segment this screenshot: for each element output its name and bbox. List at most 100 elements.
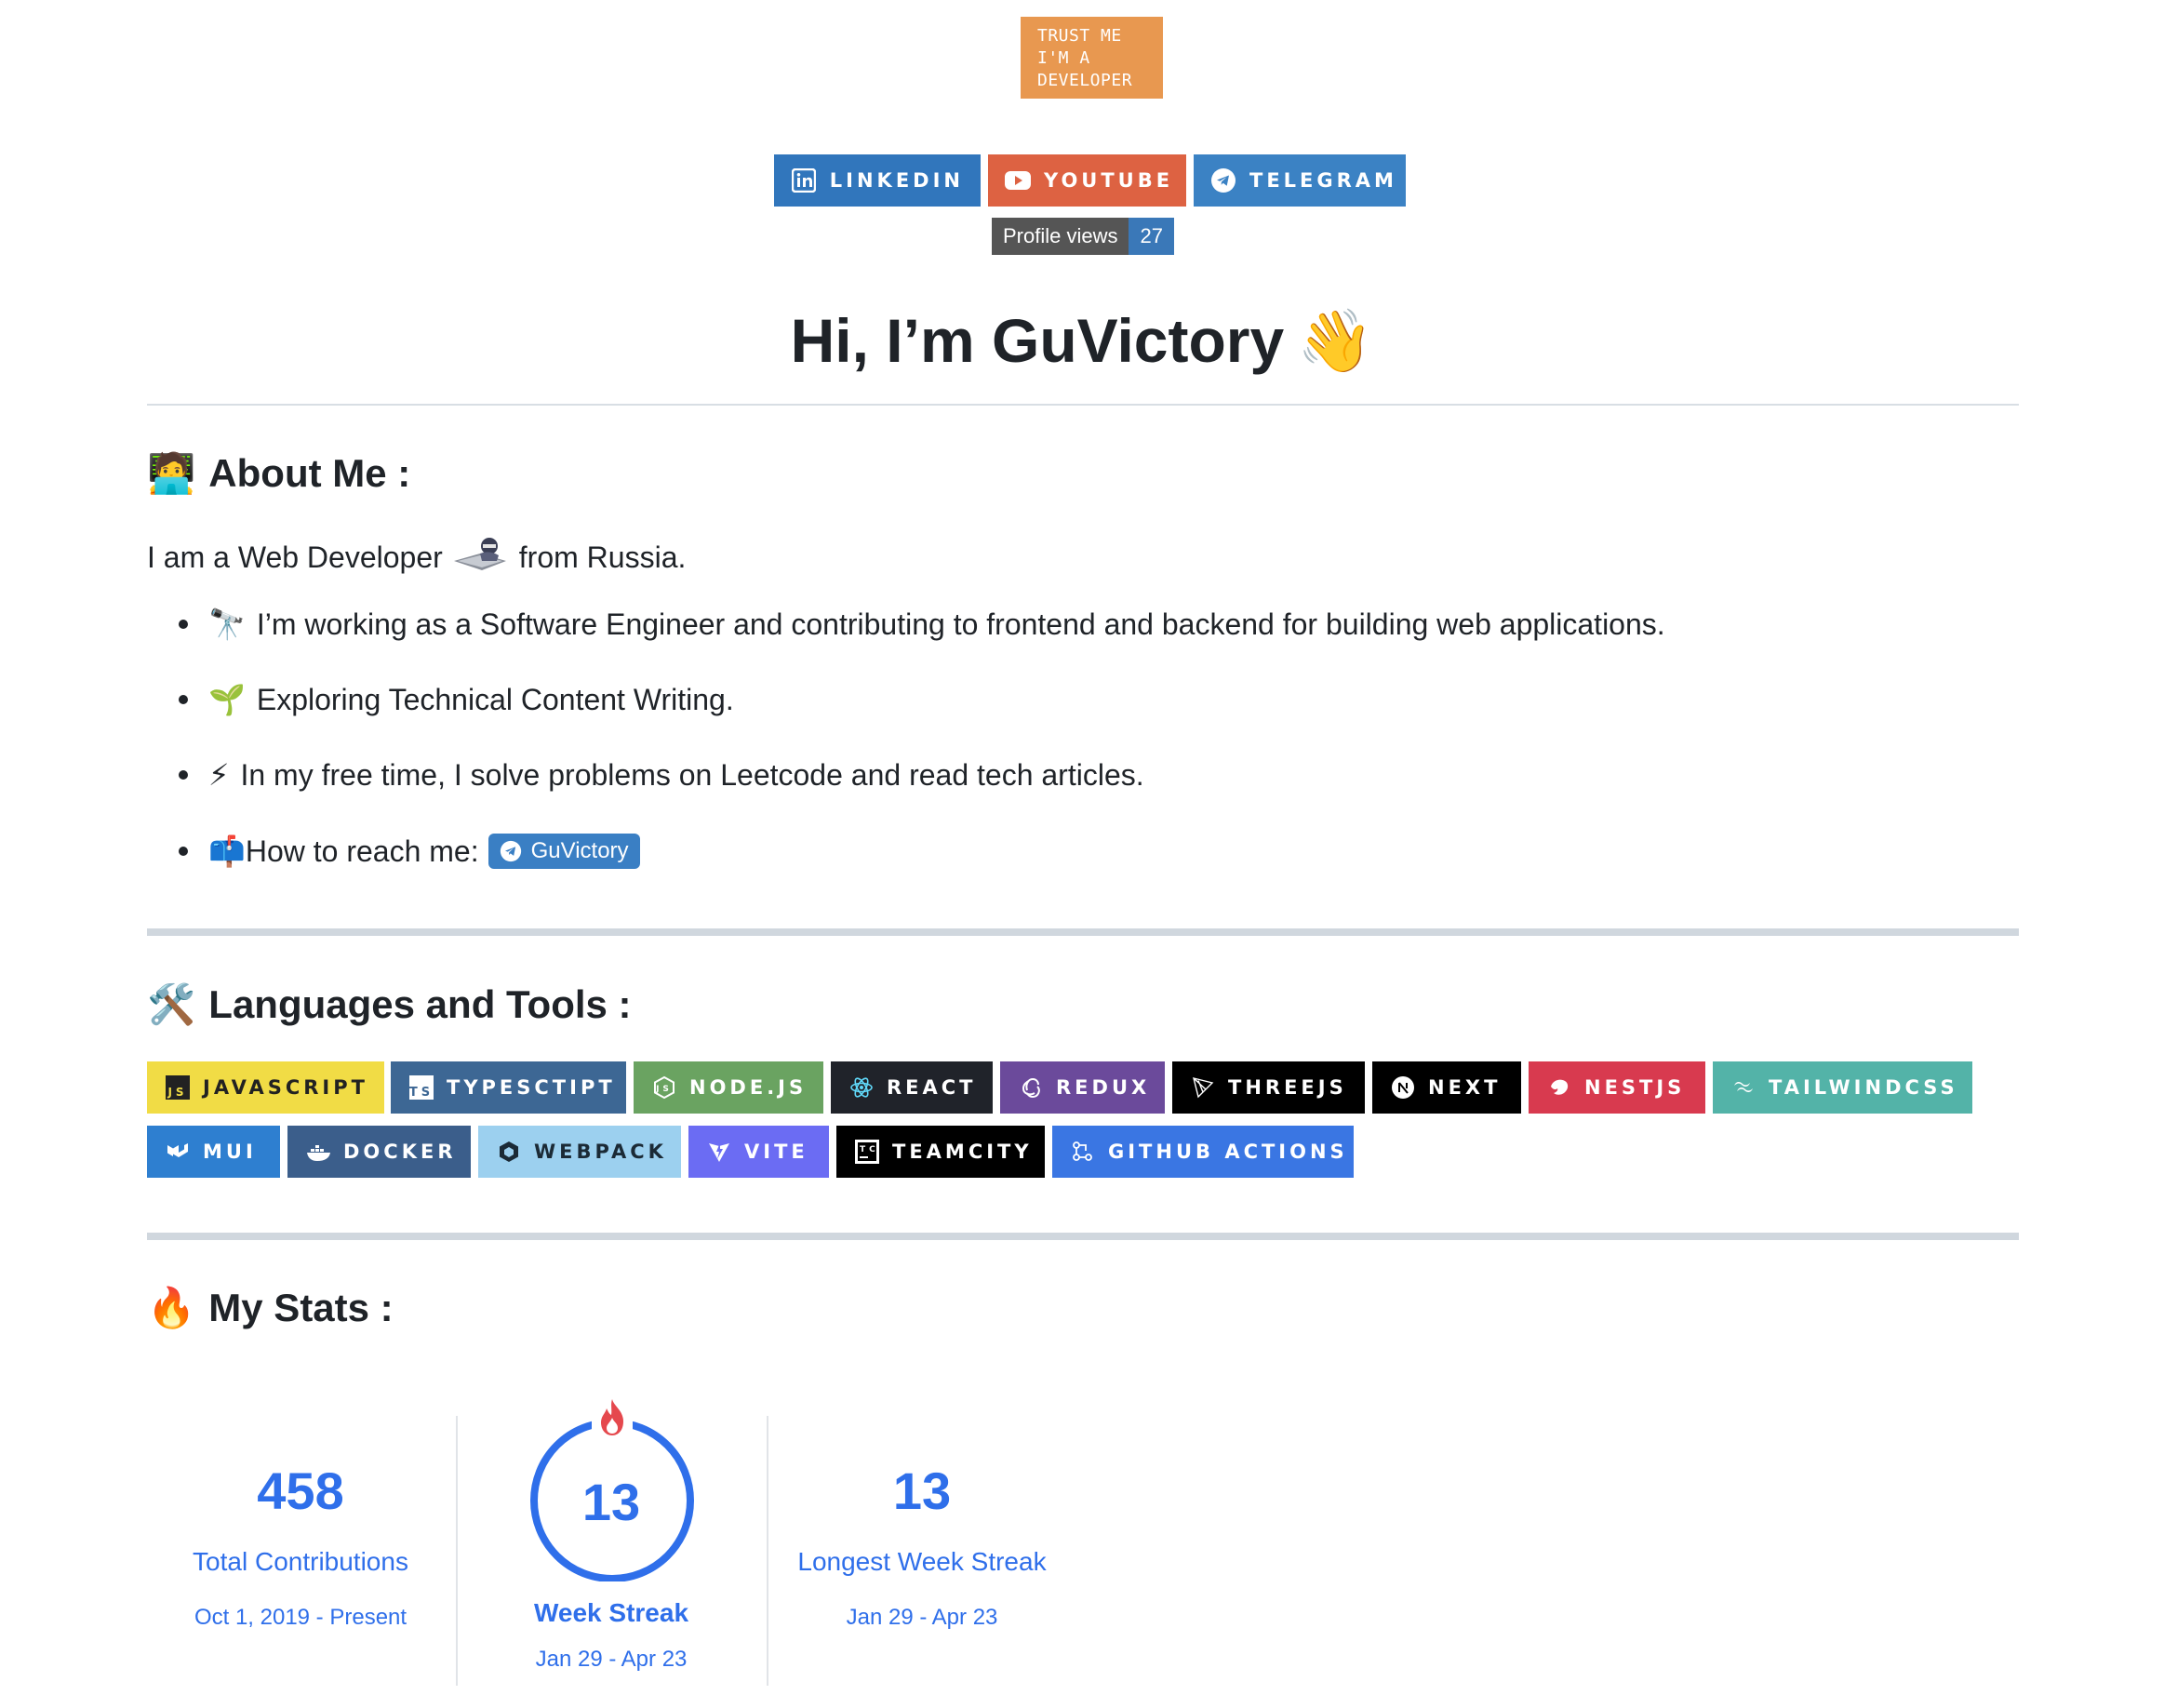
about-heading-text: About Me : — [208, 451, 411, 495]
list-item-text: Exploring Technical Content Writing. — [256, 682, 734, 716]
tech-badge-label: NEXT — [1428, 1076, 1502, 1099]
list-item: ⚡ In my free time, I solve problems on L… — [179, 757, 1144, 793]
list-item: 🌱 Exploring Technical Content Writing. — [179, 682, 734, 717]
section-divider — [147, 1233, 2019, 1240]
list-item: 📫 How to reach me: GuVictory — [179, 834, 640, 869]
hammer-wrench-icon: 🛠️ — [147, 981, 196, 1027]
tech-badge-tailwindcss[interactable]: TAILWINDCSS — [1713, 1061, 1972, 1114]
about-intro: I am a Web Developer from Russia. — [147, 533, 686, 581]
telegram-contact-label: GuVictory — [530, 838, 629, 863]
telegram-badge[interactable]: TELEGRAM — [1194, 154, 1406, 207]
tech-badge-nestjs[interactable]: NESTJS — [1529, 1061, 1705, 1114]
tech-badge-nodejs[interactable]: JS NODE.JS — [634, 1061, 823, 1114]
threejs-icon — [1191, 1075, 1215, 1100]
svg-text:JS: JS — [655, 1085, 673, 1094]
tech-badge-label: THREEJS — [1228, 1076, 1347, 1099]
tech-badge-label: GITHUB ACTIONS — [1108, 1141, 1348, 1163]
nextjs-icon — [1391, 1075, 1415, 1100]
tech-badge-label: MUI — [203, 1141, 257, 1163]
tech-badge-redux[interactable]: REDUX — [1000, 1061, 1165, 1114]
tech-badge-typescript[interactable]: TS TYPESCTIPT — [391, 1061, 626, 1114]
waving-hand-icon: 👋 — [1297, 305, 1374, 377]
banner-line: DEVELOPER — [1037, 71, 1133, 90]
telescope-icon: 🔭 — [208, 607, 246, 642]
stats-heading: 🔥 My Stats : — [147, 1285, 394, 1331]
telegram-icon — [1210, 167, 1236, 193]
list-item: 🔭 I’m working as a Software Engineer and… — [179, 607, 1665, 642]
nestjs-icon — [1547, 1075, 1571, 1100]
banner-line: I'M A — [1037, 48, 1090, 68]
current-streak-stat: 13 Week Streak Jan 29 - Apr 23 — [458, 1395, 765, 1702]
tech-badge-label: NODE.JS — [689, 1076, 808, 1099]
total-contributions-range: Oct 1, 2019 - Present — [194, 1605, 407, 1630]
bullet-dot — [179, 770, 188, 780]
technologist-icon: 🧑‍💻 — [147, 450, 196, 496]
tech-badge-label: NESTJS — [1584, 1076, 1686, 1099]
vite-icon — [707, 1140, 731, 1164]
tech-badge-label: WEBPACK — [534, 1141, 667, 1163]
bullet-dot — [179, 695, 188, 704]
tech-badge-github-actions[interactable]: GITHUB ACTIONS — [1052, 1126, 1354, 1178]
github-actions-icon — [1071, 1140, 1095, 1164]
title-divider — [147, 404, 2019, 406]
fire-icon: 🔥 — [147, 1285, 196, 1330]
lightning-icon: ⚡ — [208, 757, 230, 793]
list-item-text: I’m working as a Software Engineer and c… — [256, 607, 1665, 641]
svg-text:TS: TS — [409, 1086, 434, 1100]
longest-streak-range: Jan 29 - Apr 23 — [846, 1605, 998, 1630]
bullet-dot — [179, 847, 188, 856]
hacker-laptop-icon — [452, 533, 510, 581]
longest-streak-value: 13 — [892, 1461, 952, 1520]
tech-badge-teamcity[interactable]: TC TEAMCITY — [836, 1126, 1045, 1178]
profile-views-label: Profile views — [992, 218, 1129, 255]
youtube-icon — [1005, 167, 1031, 193]
tech-badge-label: REDUX — [1056, 1076, 1151, 1099]
tools-heading-text: Languages and Tools : — [208, 982, 632, 1026]
bullet-dot — [179, 620, 188, 629]
telegram-contact-link[interactable]: GuVictory — [488, 834, 640, 869]
tech-badge-threejs[interactable]: THREEJS — [1172, 1061, 1365, 1114]
tech-badge-docker[interactable]: DOCKER — [287, 1126, 471, 1178]
current-streak-range: Jan 29 - Apr 23 — [535, 1647, 688, 1672]
profile-views-count: 27 — [1129, 218, 1174, 255]
tech-badge-label: VITE — [744, 1141, 808, 1163]
streak-flame-icon — [601, 1399, 623, 1435]
trust-me-developer-badge: TRUST ME I'M A DEVELOPER — [1021, 17, 1163, 99]
linkedin-label: LINKEDIN — [829, 169, 964, 192]
section-divider — [147, 928, 2019, 936]
tech-badge-label: REACT — [887, 1076, 977, 1099]
intro-text-end: from Russia. — [518, 540, 687, 574]
intro-text-start: I am a Web Developer — [147, 540, 443, 574]
linkedin-badge[interactable]: LINKEDIN — [774, 154, 981, 207]
tech-badge-label: TAILWINDCSS — [1769, 1076, 1958, 1099]
youtube-badge[interactable]: YOUTUBE — [988, 154, 1186, 207]
tech-badge-label: TYPESCTIPT — [447, 1076, 616, 1099]
tech-badge-mui[interactable]: MUI — [147, 1126, 280, 1178]
typescript-icon: TS — [409, 1075, 434, 1100]
tech-badge-next[interactable]: NEXT — [1372, 1061, 1521, 1114]
docker-icon — [306, 1140, 330, 1164]
mailbox-icon: 📫 — [208, 834, 246, 869]
tailwindcss-icon — [1731, 1075, 1756, 1100]
mui-icon — [166, 1140, 190, 1164]
svg-text:JS: JS — [167, 1086, 187, 1099]
telegram-label: TELEGRAM — [1249, 169, 1397, 192]
list-item-text: How to reach me: — [245, 834, 479, 868]
tech-badge-webpack[interactable]: WEBPACK — [478, 1126, 681, 1178]
profile-views-counter: Profile views 27 — [992, 218, 1174, 255]
javascript-icon: JS — [166, 1075, 190, 1100]
total-contributions-stat: 458 Total Contributions Oct 1, 2019 - Pr… — [147, 1416, 454, 1695]
current-streak-value: 13 — [581, 1473, 641, 1531]
tech-badge-vite[interactable]: VITE — [688, 1126, 829, 1178]
tech-badge-label: JAVASCRIPT — [203, 1076, 368, 1099]
about-heading: 🧑‍💻 About Me : — [147, 450, 410, 497]
webpack-icon — [497, 1140, 521, 1164]
tools-heading: 🛠️ Languages and Tools : — [147, 981, 632, 1028]
tech-badge-javascript[interactable]: JS JAVASCRIPT — [147, 1061, 384, 1114]
longest-streak-label: Longest Week Streak — [797, 1547, 1047, 1576]
linkedin-icon — [791, 167, 817, 193]
total-contributions-label: Total Contributions — [193, 1547, 408, 1576]
svg-text:TC: TC — [860, 1145, 879, 1154]
total-contributions-value: 458 — [257, 1461, 344, 1520]
tech-badge-react[interactable]: REACT — [831, 1061, 993, 1114]
